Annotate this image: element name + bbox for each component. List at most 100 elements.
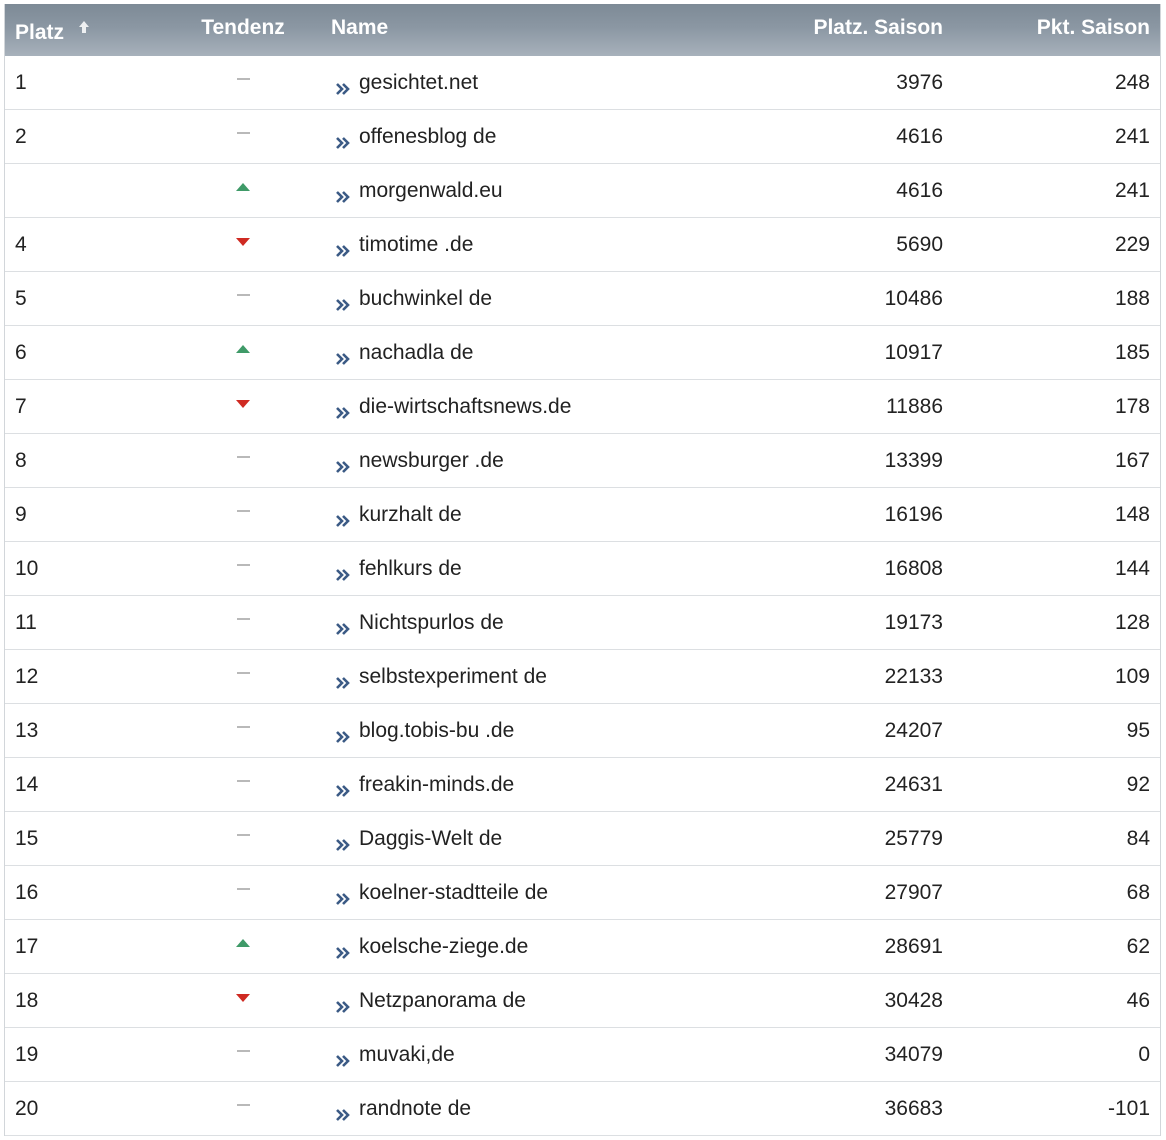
site-link[interactable]: gesichtet.net [359,71,478,95]
cell-platz: 18 [15,988,39,1012]
column-header-tendenz[interactable]: Tendenz [163,16,323,44]
double-chevron-right-icon[interactable] [335,132,351,149]
double-chevron-right-icon[interactable] [335,726,351,743]
double-chevron-right-icon[interactable] [335,402,351,419]
cell-platz: 16 [15,880,39,904]
table-row: 17 koelsche-ziege.de 28691 62 [5,920,1160,974]
table-row: 11 Nichtspurlos de 19173 128 [5,596,1160,650]
cell-platz-saison: 13399 [884,448,943,472]
site-link[interactable]: nachadla de [359,341,473,365]
table-row: 8 newsburger .de 13399 167 [5,434,1160,488]
trend-unchanged-icon [236,293,250,296]
site-link[interactable]: offenesblog de [359,125,496,149]
table-body: 1 gesichtet.net 3976 248 2 offenesblog de 4616… [5,56,1160,1136]
cell-platz-saison: 10486 [884,286,943,310]
double-chevron-right-icon[interactable] [335,888,351,905]
cell-pkt-saison: 178 [1114,394,1150,418]
double-chevron-right-icon[interactable] [335,780,351,797]
column-header-platz-saison[interactable]: Platz. Saison [683,16,943,44]
cell-platz: 9 [15,502,27,526]
cell-tendenz [163,993,323,1002]
cell-platz-saison: 4616 [896,124,943,148]
site-link[interactable]: morgenwald.eu [359,179,503,203]
double-chevron-right-icon[interactable] [335,618,351,635]
cell-platz-saison: 11886 [886,394,943,418]
cell-platz-saison: 4616 [896,178,943,202]
table-row: 5 buchwinkel de 10486 188 [5,272,1160,326]
double-chevron-right-icon[interactable] [335,564,351,581]
cell-pkt-saison: 84 [1126,826,1150,850]
trend-down-icon [236,993,250,1002]
site-link[interactable]: Netzpanorama de [359,989,526,1013]
site-link[interactable]: randnote de [359,1097,471,1121]
cell-name: timotime .de [323,233,683,257]
double-chevron-right-icon[interactable] [335,456,351,473]
site-link[interactable]: muvaki,de [359,1043,455,1067]
cell-pkt-saison: 92 [1126,772,1150,796]
table-row: morgenwald.eu 4616 241 [5,164,1160,218]
column-header-name[interactable]: Name [323,16,683,44]
site-link[interactable]: koelner-stadtteile de [359,881,548,905]
sort-ascending-icon[interactable] [78,18,90,42]
double-chevron-right-icon[interactable] [335,942,351,959]
table-row: 1 gesichtet.net 3976 248 [5,56,1160,110]
cell-pkt-saison: 128 [1114,610,1150,634]
double-chevron-right-icon[interactable] [335,834,351,851]
ranking-table: Platz Tendenz Name Platz. Saison Pkt. Sa… [4,4,1161,1136]
cell-platz-saison: 25779 [884,826,943,850]
cell-platz-saison: 27907 [884,880,943,904]
cell-platz-saison: 19173 [884,610,943,634]
table-row: 18 Netzpanorama de 30428 46 [5,974,1160,1028]
double-chevron-right-icon[interactable] [335,294,351,311]
cell-pkt-saison: 68 [1126,880,1150,904]
trend-unchanged-icon [236,509,250,512]
site-link[interactable]: timotime .de [359,233,473,257]
cell-name: Netzpanorama de [323,989,683,1013]
double-chevron-right-icon[interactable] [335,1104,351,1121]
cell-pkt-saison: 62 [1126,934,1150,958]
site-link[interactable]: blog.tobis-bu .de [359,719,514,743]
cell-name: randnote de [323,1097,683,1121]
site-link[interactable]: fehlkurs de [359,557,462,581]
column-header-pkt-saison[interactable]: Pkt. Saison [943,16,1160,44]
cell-name: blog.tobis-bu .de [323,719,683,743]
table-row: 9 kurzhalt de 16196 148 [5,488,1160,542]
double-chevron-right-icon[interactable] [335,186,351,203]
site-link[interactable]: selbstexperiment de [359,665,547,689]
site-link[interactable]: buchwinkel de [359,287,492,311]
double-chevron-right-icon[interactable] [335,1050,351,1067]
cell-name: buchwinkel de [323,287,683,311]
cell-name: die-wirtschaftsnews.de [323,395,683,419]
double-chevron-right-icon[interactable] [335,348,351,365]
table-row: 6 nachadla de 10917 185 [5,326,1160,380]
cell-name: koelner-stadtteile de [323,881,683,905]
cell-name: muvaki,de [323,1043,683,1067]
cell-pkt-saison: 241 [1114,178,1150,202]
trend-unchanged-icon [236,563,250,566]
column-header-platz[interactable]: Platz [5,15,163,45]
cell-pkt-saison: 148 [1114,502,1150,526]
double-chevron-right-icon[interactable] [335,510,351,527]
cell-platz: 7 [15,394,27,418]
double-chevron-right-icon[interactable] [335,78,351,95]
table-row: 2 offenesblog de 4616 241 [5,110,1160,164]
table-row: 14 freakin-minds.de 24631 92 [5,758,1160,812]
table-row: 10 fehlkurs de 16808 144 [5,542,1160,596]
double-chevron-right-icon[interactable] [335,672,351,689]
site-link[interactable]: freakin-minds.de [359,773,514,797]
site-link[interactable]: koelsche-ziege.de [359,935,528,959]
cell-pkt-saison: 95 [1126,718,1150,742]
site-link[interactable]: die-wirtschaftsnews.de [359,395,571,419]
cell-platz: 15 [15,826,39,850]
cell-platz-saison: 28691 [884,934,943,958]
trend-unchanged-icon [236,779,250,782]
site-link[interactable]: newsburger .de [359,449,504,473]
double-chevron-right-icon[interactable] [335,996,351,1013]
site-link[interactable]: Nichtspurlos de [359,611,504,635]
cell-platz: 14 [15,772,39,796]
double-chevron-right-icon[interactable] [335,240,351,257]
site-link[interactable]: kurzhalt de [359,503,462,527]
cell-platz-saison: 34079 [884,1042,943,1066]
site-link[interactable]: Daggis-Welt de [359,827,502,851]
trend-unchanged-icon [236,833,250,836]
